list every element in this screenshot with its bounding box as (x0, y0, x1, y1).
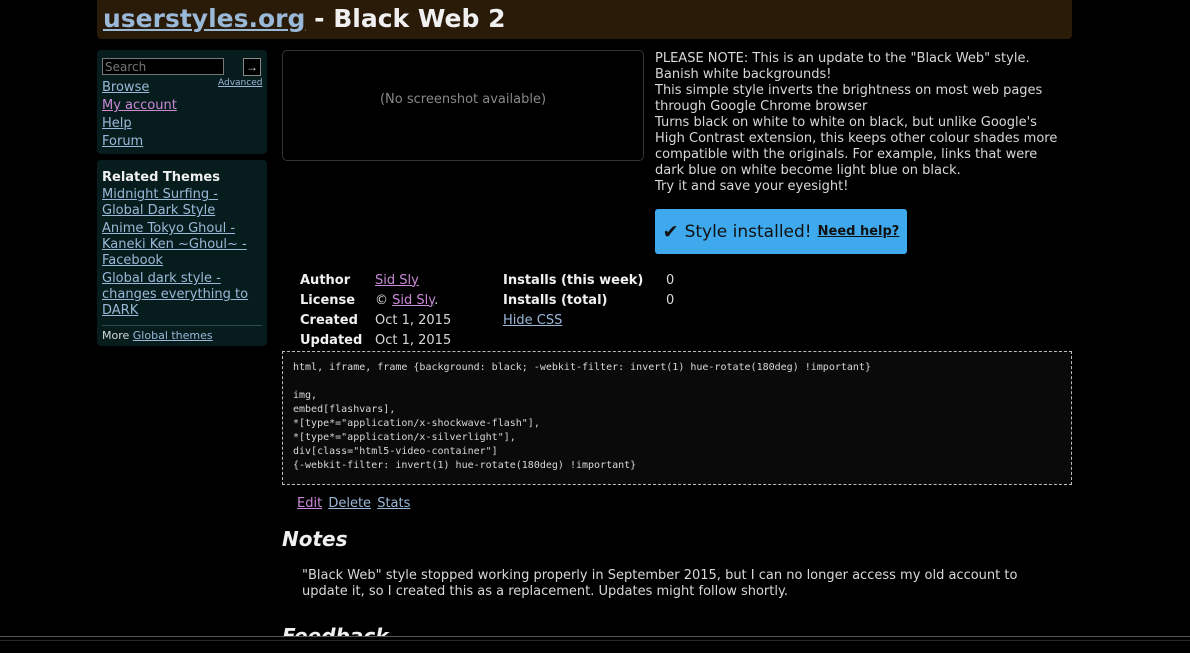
page-header: userstyles.org - Black Web 2 (97, 0, 1072, 39)
license-label: License (300, 292, 356, 308)
meta-row-installs-total: Installs (total) 0 (503, 290, 674, 310)
meta-row-author: Author Sid Sly (300, 270, 451, 290)
stats-link[interactable]: Stats (377, 496, 410, 511)
search-input[interactable] (102, 58, 224, 75)
help-link[interactable]: Help (102, 116, 132, 131)
style-description: PLEASE NOTE: This is an update to the "B… (655, 51, 1065, 195)
sidebar-item-my-account: My account (102, 97, 177, 115)
meta-row-license: License © Sid Sly. (300, 290, 451, 310)
meta-row-installs-week: Installs (this week) 0 (503, 270, 674, 290)
notes-text: "Black Web" style stopped working proper… (302, 568, 1018, 599)
divider (0, 640, 1190, 641)
my-account-link[interactable]: My account (102, 98, 177, 113)
more-themes-row: More Global themes (102, 329, 262, 342)
install-stats-table: Installs (this week) 0 Installs (total) … (503, 270, 674, 330)
copyright-symbol: © (375, 292, 393, 308)
description-line: This simple style inverts the brightness… (655, 83, 1043, 114)
sidebar-nav: Browse My account Help Forum (102, 79, 177, 151)
description-line: PLEASE NOTE: This is an update to the "B… (655, 51, 1030, 66)
sidebar-item-browse: Browse (102, 79, 177, 97)
css-code-block[interactable]: html, iframe, frame {background: black; … (282, 351, 1072, 485)
installs-week-label: Installs (this week) (503, 272, 644, 288)
installs-total-value: 0 (666, 292, 675, 308)
install-status-label: Style installed! (684, 221, 812, 242)
meta-row-hide-css: Hide CSS (503, 310, 674, 330)
install-style-button[interactable]: ✔ Style installed! Need help? (655, 209, 907, 254)
description-line: Banish white backgrounds! (655, 67, 832, 82)
search-button[interactable]: → (243, 58, 261, 76)
browse-link[interactable]: Browse (102, 80, 149, 95)
related-themes-box: Related Themes Midnight Surfing - Global… (97, 160, 267, 346)
global-themes-link[interactable]: Global themes (133, 329, 213, 342)
sidebar-item-forum: Forum (102, 133, 177, 151)
created-label: Created (300, 312, 358, 328)
style-meta-table: Author Sid Sly License © Sid Sly. Create… (300, 270, 451, 350)
style-actions: Edit Delete Stats (297, 496, 412, 511)
installs-total-label: Installs (total) (503, 292, 608, 308)
checkmark-icon: ✔ (662, 220, 679, 243)
author-label: Author (300, 272, 351, 288)
related-themes-title: Related Themes (102, 170, 220, 185)
divider (102, 325, 262, 326)
related-theme-link[interactable]: Midnight Surfing - Global Dark Style (102, 187, 262, 219)
site-home-link[interactable]: userstyles.org (103, 4, 305, 33)
updated-label: Updated (300, 332, 363, 348)
advanced-search-link[interactable]: Advanced (218, 78, 262, 88)
description-line: Try it and save your eyesight! (655, 179, 849, 194)
related-theme-link[interactable]: Global dark style - changes everything t… (102, 271, 262, 319)
hide-css-link[interactable]: Hide CSS (503, 313, 562, 328)
created-value: Oct 1, 2015 (375, 312, 452, 328)
edit-link[interactable]: Edit (297, 496, 322, 511)
author-link[interactable]: Sid Sly (375, 273, 419, 288)
need-help-link[interactable]: Need help? (818, 224, 900, 239)
style-name: Black Web 2 (333, 4, 506, 33)
notes-heading: Notes (282, 527, 348, 551)
meta-row-updated: Updated Oct 1, 2015 (300, 330, 451, 350)
sidebar-item-help: Help (102, 115, 177, 133)
updated-value: Oct 1, 2015 (375, 332, 452, 348)
page-title: userstyles.org - Black Web 2 (97, 0, 1072, 33)
more-prefix: More (102, 329, 130, 342)
sidebar-nav-box: → Advanced Browse My account Help Forum (97, 50, 267, 154)
license-suffix: . (434, 292, 439, 308)
title-separator: - (305, 4, 334, 33)
delete-link[interactable]: Delete (328, 496, 371, 511)
meta-row-created: Created Oct 1, 2015 (300, 310, 451, 330)
forum-link[interactable]: Forum (102, 134, 143, 149)
installs-week-value: 0 (666, 272, 675, 288)
license-author-link[interactable]: Sid Sly (392, 293, 434, 308)
bottom-scrollbar-area (0, 636, 1190, 653)
description-line: Turns black on white to white on black, … (655, 115, 1058, 178)
related-theme-link[interactable]: Anime Tokyo Ghoul - Kaneki Ken ~Ghoul~ -… (102, 221, 262, 269)
screenshot-placeholder: (No screenshot available) (282, 50, 644, 161)
